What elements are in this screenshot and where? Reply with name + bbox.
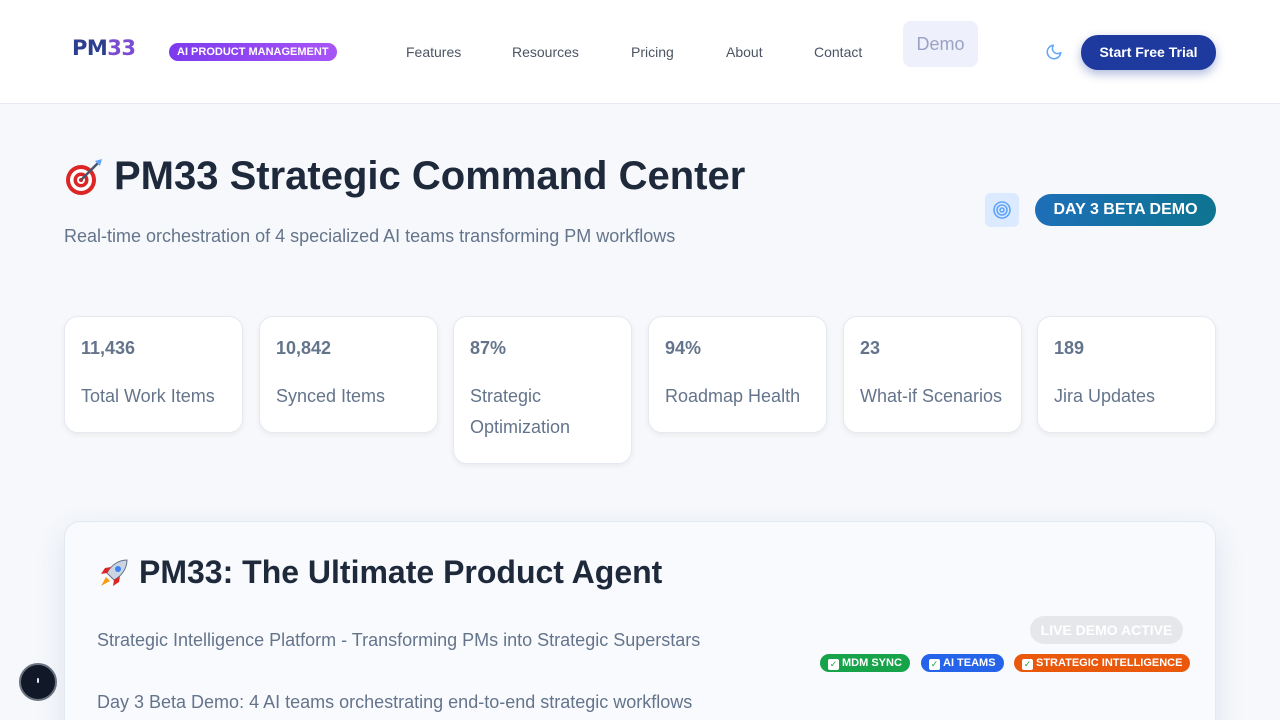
agent-panel: PM33: The Ultimate Product Agent Strateg… [64, 521, 1216, 720]
target-dart-icon [64, 157, 104, 197]
stat-label: Total Work Items [81, 386, 215, 406]
target-icon[interactable] [985, 193, 1019, 227]
agent-title: PM33: The Ultimate Product Agent [97, 554, 662, 591]
nav-pricing[interactable]: Pricing [631, 44, 674, 60]
stat-label: What-if Scenarios [860, 386, 1003, 406]
stat-label: Strategic Optimization [470, 386, 571, 437]
logo-text: PM [72, 36, 108, 60]
check-icon: ✓ [828, 659, 839, 670]
stat-value: 87% [470, 338, 507, 358]
stat-value: 11,436 [81, 338, 136, 358]
agent-description: Day 3 Beta Demo: 4 AI teams orchestratin… [97, 692, 693, 712]
stat-value: 94% [665, 338, 702, 358]
agent-subtitle: Strategic Intelligence Platform - Transf… [97, 630, 701, 650]
stat-label: Jira Updates [1054, 386, 1156, 406]
logo[interactable]: PM33 [72, 36, 136, 60]
nav-about[interactable]: About [726, 44, 763, 60]
check-icon: ✓ [1022, 659, 1033, 670]
agent-title-text: PM33: The Ultimate Product Agent [139, 554, 663, 590]
beta-demo-badge: DAY 3 BETA DEMO [1035, 194, 1216, 226]
stat-card-jira-updates: 189 Jira Updates [1037, 316, 1216, 433]
page-subtitle: Real-time orchestration of 4 specialized… [64, 226, 676, 246]
nav-resources[interactable]: Resources [512, 44, 579, 60]
stat-card-synced-items: 10,842 Synced Items [259, 316, 438, 433]
stat-label: Synced Items [276, 386, 386, 406]
check-icon: ✓ [929, 659, 940, 670]
mdm-sync-badge: ✓ MDM SYNC [820, 654, 910, 672]
page-title-text: PM33 Strategic Command Center [114, 154, 746, 198]
stat-card-total-work-items: 11,436 Total Work Items [64, 316, 243, 433]
stat-value: 189 [1054, 338, 1085, 358]
stat-card-roadmap-health: 94% Roadmap Health [648, 316, 827, 433]
stat-label: Roadmap Health [665, 386, 801, 406]
nav-demo[interactable]: Demo [903, 21, 978, 67]
stat-value: 10,842 [276, 338, 332, 358]
start-free-trial-button[interactable]: Start Free Trial [1081, 35, 1216, 70]
strategic-intelligence-badge: ✓ STRATEGIC INTELLIGENCE [1014, 654, 1191, 672]
live-demo-badge: LIVE DEMO ACTIVE [1030, 616, 1183, 644]
nav-features[interactable]: Features [406, 44, 461, 60]
stat-value: 23 [860, 338, 881, 358]
stat-card-strategic-optimization: 87% Strategic Optimization [453, 316, 632, 464]
moon-icon[interactable] [1045, 43, 1063, 61]
site-header: PM33 AI PRODUCT MANAGEMENT Features Reso… [0, 0, 1280, 104]
logo-number: 33 [107, 36, 136, 60]
rocket-icon [97, 556, 131, 590]
product-tagline-badge: AI PRODUCT MANAGEMENT [169, 43, 337, 61]
floating-dev-tools-button[interactable] [19, 663, 57, 701]
nav-contact[interactable]: Contact [814, 44, 862, 60]
ai-teams-badge: ✓ AI TEAMS [921, 654, 1004, 672]
page-title: PM33 Strategic Command Center [64, 154, 745, 199]
stat-card-what-if-scenarios: 23 What-if Scenarios [843, 316, 1022, 433]
